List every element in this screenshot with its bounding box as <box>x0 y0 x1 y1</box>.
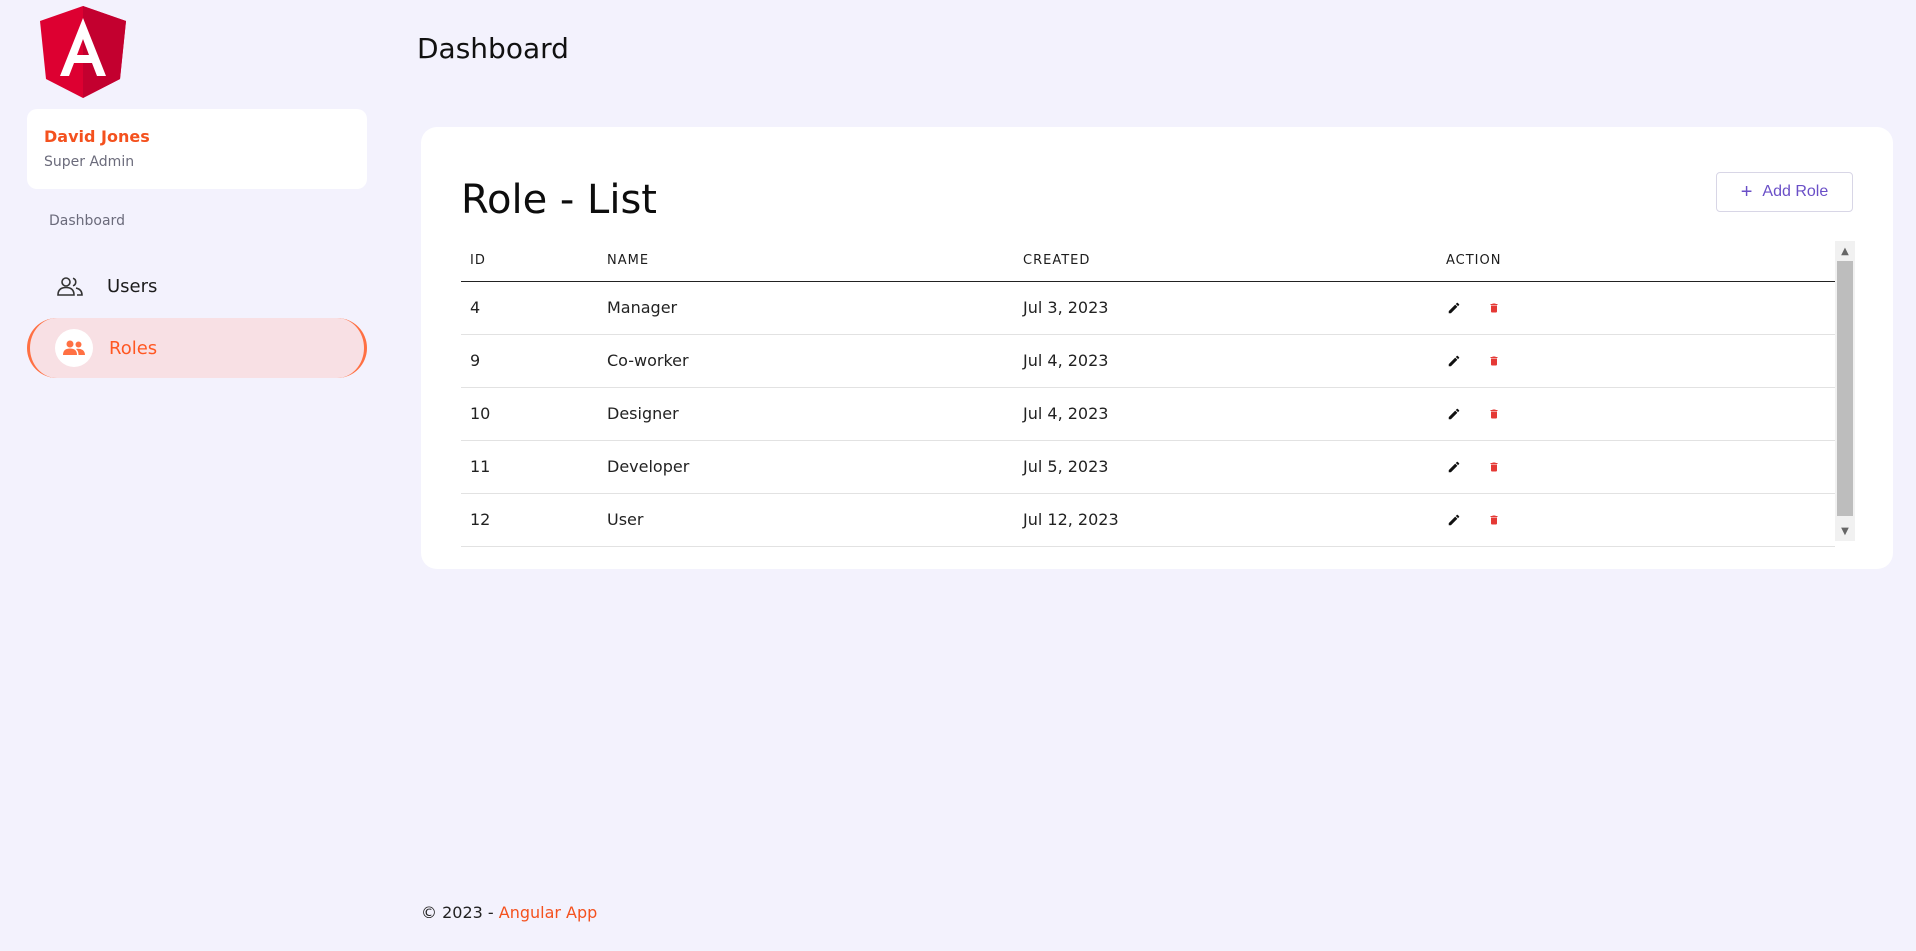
copyright-text: © 2023 - <box>421 903 499 922</box>
sidebar-item-label: Roles <box>109 337 158 359</box>
cell-created: Jul 12, 2023 <box>1014 493 1437 547</box>
cell-id: 10 <box>461 387 598 441</box>
edit-icon[interactable] <box>1446 300 1462 316</box>
cell-name: Developer <box>598 440 1014 494</box>
users-icon <box>55 271 85 301</box>
cell-action <box>1437 334 1835 388</box>
edit-icon[interactable] <box>1446 353 1462 369</box>
cell-created: Jul 5, 2023 <box>1014 440 1437 494</box>
column-header-created: CREATED <box>1014 241 1437 282</box>
table-row: 12 User Jul 12, 2023 <box>461 493 1835 547</box>
cell-action <box>1437 440 1835 494</box>
cell-created: Jul 3, 2023 <box>1014 281 1437 335</box>
cell-action <box>1437 387 1835 441</box>
table-row: 11 Developer Jul 5, 2023 <box>461 440 1835 494</box>
footer-brand-link[interactable]: Angular App <box>499 903 598 922</box>
cell-id: 9 <box>461 334 598 388</box>
roles-icon <box>55 329 93 367</box>
user-card: David Jones Super Admin <box>27 109 367 189</box>
edit-icon[interactable] <box>1446 512 1462 528</box>
edit-icon[interactable] <box>1446 459 1462 475</box>
page-title: Dashboard <box>417 32 569 65</box>
sidebar-item-label: Users <box>107 275 158 297</box>
sidebar-item-roles[interactable]: Roles <box>27 318 367 378</box>
cell-name: Designer <box>598 387 1014 441</box>
table-container: ID NAME CREATED ACTION 4 Manager Jul 3, … <box>461 241 1855 547</box>
scroll-down-arrow-icon[interactable]: ▼ <box>1835 521 1855 541</box>
column-header-id: ID <box>461 241 598 282</box>
scroll-up-arrow-icon[interactable]: ▲ <box>1835 241 1855 261</box>
card-title: Role - List <box>461 177 657 223</box>
cell-id: 11 <box>461 440 598 494</box>
table-row: 4 Manager Jul 3, 2023 <box>461 281 1835 335</box>
vertical-scrollbar[interactable]: ▲ ▼ <box>1835 241 1855 541</box>
table-row: 10 Designer Jul 4, 2023 <box>461 387 1835 441</box>
sidebar-item-users[interactable]: Users <box>27 256 367 316</box>
add-role-label: Add Role <box>1762 183 1829 200</box>
cell-id: 12 <box>461 493 598 547</box>
cell-created: Jul 4, 2023 <box>1014 387 1437 441</box>
cell-name: Manager <box>598 281 1014 335</box>
add-role-button[interactable]: + Add Role <box>1716 172 1853 212</box>
column-header-name: NAME <box>598 241 1014 282</box>
delete-icon[interactable] <box>1486 300 1502 316</box>
edit-icon[interactable] <box>1446 406 1462 422</box>
cell-action <box>1437 281 1835 335</box>
table-row: 9 Co-worker Jul 4, 2023 <box>461 334 1835 388</box>
cell-created: Jul 4, 2023 <box>1014 334 1437 388</box>
column-header-action: ACTION <box>1437 241 1835 282</box>
user-role: Super Admin <box>44 154 135 170</box>
footer: © 2023 - Angular App <box>421 903 597 922</box>
user-name: David Jones <box>44 127 150 146</box>
delete-icon[interactable] <box>1486 406 1502 422</box>
cell-name: Co-worker <box>598 334 1014 388</box>
angular-logo[interactable] <box>40 6 126 98</box>
role-list-card: Role - List + Add Role ID NAME CREATED A… <box>421 127 1893 569</box>
plus-icon: + <box>1740 181 1753 203</box>
delete-icon[interactable] <box>1486 512 1502 528</box>
sidebar-section-label: Dashboard <box>49 213 125 229</box>
roles-table: ID NAME CREATED ACTION 4 Manager Jul 3, … <box>461 241 1835 547</box>
delete-icon[interactable] <box>1486 459 1502 475</box>
cell-name: User <box>598 493 1014 547</box>
scroll-thumb[interactable] <box>1837 261 1853 516</box>
cell-action <box>1437 493 1835 547</box>
delete-icon[interactable] <box>1486 353 1502 369</box>
table-header-row: ID NAME CREATED ACTION <box>461 241 1835 282</box>
sidebar: David Jones Super Admin Dashboard Users … <box>0 0 390 951</box>
cell-id: 4 <box>461 281 598 335</box>
